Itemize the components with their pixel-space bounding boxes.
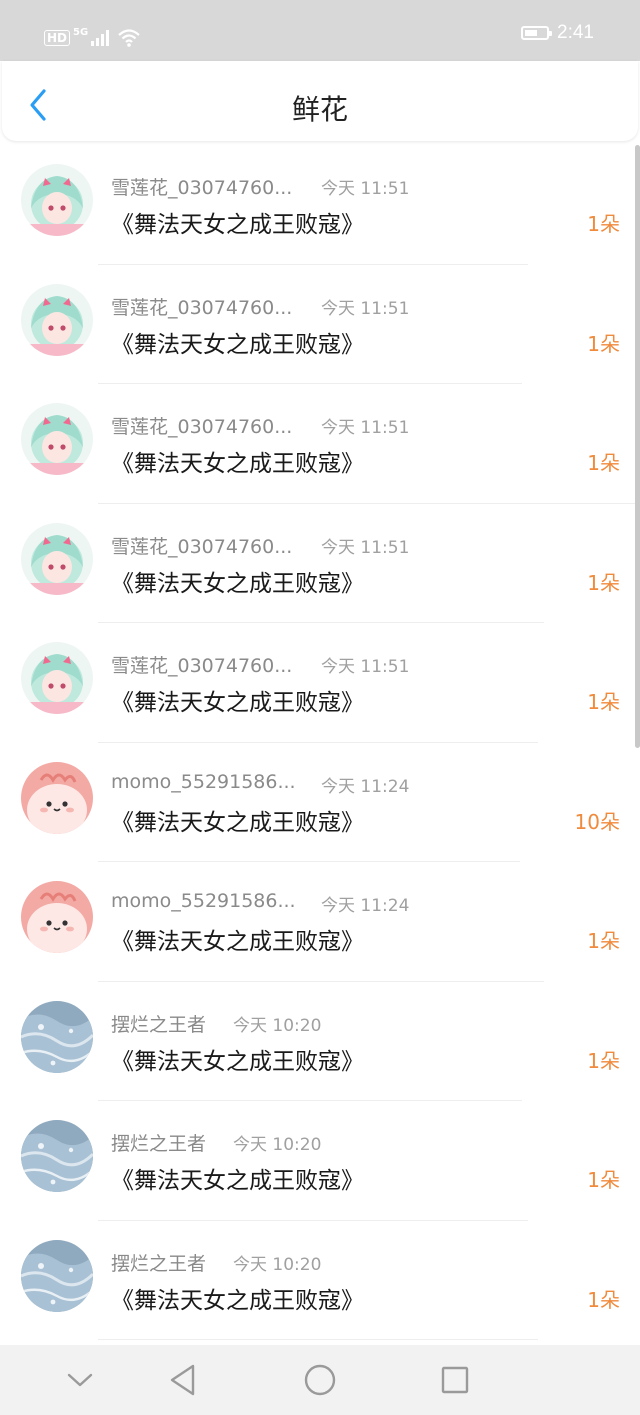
list-item[interactable]: 雪莲花_03074760... 今天 11:51 《舞法天女之成王败寇》 1朵 [0, 384, 640, 504]
page-title: 鲜花 [291, 93, 348, 126]
chevron-down-icon[interactable] [66, 1371, 94, 1389]
water-texture-avatar[interactable] [21, 1000, 93, 1073]
system-nav-bar [0, 1345, 640, 1415]
flower-count: 1朵 [587, 929, 620, 953]
water-texture-avatar[interactable] [21, 1239, 93, 1312]
flower-count: 10朵 [574, 809, 620, 834]
row-divider [98, 1339, 538, 1340]
top-nav-bar: 鲜花 [2, 61, 638, 141]
battery-icon [521, 26, 553, 40]
book-title: 《舞法天女之成王败寇》 [111, 1168, 364, 1194]
flower-count: 1朵 [587, 212, 620, 236]
user-name: momo_55291586... [111, 890, 296, 912]
book-title: 《舞法天女之成王败寇》 [111, 929, 364, 955]
timestamp: 今天 11:51 [321, 657, 410, 677]
home-circle-icon[interactable] [303, 1363, 337, 1397]
flower-count: 1朵 [587, 1168, 620, 1192]
timestamp: 今天 11:51 [321, 179, 410, 199]
flower-count: 1朵 [587, 570, 620, 595]
signal-icon [91, 30, 110, 46]
wifi-icon [118, 29, 140, 47]
clock: 2:41 [557, 22, 594, 43]
pink-blob-avatar[interactable] [21, 761, 93, 834]
user-name: 雪莲花_03074760... [111, 416, 293, 438]
list-item[interactable]: 雪莲花_03074760... 今天 11:51 《舞法天女之成王败寇》 1朵 [0, 265, 640, 384]
book-title: 《舞法天女之成王败寇》 [111, 809, 364, 836]
timestamp: 今天 11:51 [321, 298, 410, 319]
timestamp: 今天 10:20 [233, 1254, 322, 1275]
hd-badge: HD [44, 30, 71, 46]
book-title: 《舞法天女之成王败寇》 [111, 1048, 364, 1075]
user-name: 摆烂之王者 [111, 1013, 207, 1036]
anime-girl-avatar[interactable] [21, 403, 93, 475]
user-name: 雪莲花_03074760... [111, 177, 293, 199]
flower-record-list: 雪莲花_03074760... 今天 11:51 《舞法天女之成王败寇》 1朵 雪莲花_… [0, 145, 640, 1340]
user-name: 雪莲花_03074760... [111, 655, 293, 677]
timestamp: 今天 10:20 [233, 1015, 322, 1036]
flower-count: 1朵 [587, 1048, 620, 1073]
user-name: 雪莲花_03074760... [111, 535, 293, 558]
status-left: HD 5G [44, 24, 140, 52]
book-title: 《舞法天女之成王败寇》 [111, 570, 364, 597]
flower-count: 1朵 [587, 331, 620, 356]
list-item[interactable]: 雪莲花_03074760... 今天 11:51 《舞法天女之成王败寇》 1朵 [0, 145, 640, 265]
flower-count: 1朵 [587, 1287, 620, 1312]
anime-girl-avatar[interactable] [21, 164, 93, 236]
book-title: 《舞法天女之成王败寇》 [111, 331, 364, 358]
timestamp: 今天 10:20 [233, 1135, 322, 1155]
timestamp: 今天 11:51 [321, 418, 410, 438]
book-title: 《舞法天女之成王败寇》 [111, 1287, 364, 1314]
user-name: 摆烂之王者 [111, 1252, 207, 1275]
book-title: 《舞法天女之成王败寇》 [111, 212, 364, 238]
flower-count: 1朵 [587, 451, 620, 475]
recents-square-icon[interactable] [440, 1365, 470, 1395]
list-item[interactable]: momo_55291586... 今天 11:24 《舞法天女之成王败寇》 10朵 [0, 743, 640, 862]
status-bar: HD 5G 2:41 [0, 0, 640, 61]
list-item[interactable]: 雪莲花_03074760... 今天 11:51 《舞法天女之成王败寇》 1朵 [0, 504, 640, 623]
flower-count: 1朵 [587, 690, 620, 714]
anime-girl-avatar[interactable] [21, 522, 93, 595]
user-name: 摆烂之王者 [111, 1133, 207, 1155]
list-item[interactable]: momo_55291586... 今天 11:24 《舞法天女之成王败寇》 1朵 [0, 862, 640, 982]
list-item[interactable]: 摆烂之王者 今天 10:20 《舞法天女之成王败寇》 1朵 [0, 1101, 640, 1221]
list-item[interactable]: 摆烂之王者 今天 10:20 《舞法天女之成王败寇》 1朵 [0, 1221, 640, 1340]
anime-girl-avatar[interactable] [21, 283, 93, 356]
pink-blob-avatar[interactable] [21, 881, 93, 953]
user-name: 雪莲花_03074760... [111, 296, 293, 319]
book-title: 《舞法天女之成王败寇》 [111, 690, 364, 716]
list-item[interactable]: 雪莲花_03074760... 今天 11:51 《舞法天女之成王败寇》 1朵 [0, 623, 640, 743]
network-type: 5G [73, 26, 89, 38]
scrollbar[interactable] [635, 145, 640, 748]
book-title: 《舞法天女之成王败寇》 [111, 451, 364, 477]
back-triangle-icon[interactable] [168, 1363, 198, 1397]
user-name: momo_55291586... [111, 770, 296, 793]
status-right: 2:41 [521, 22, 594, 44]
timestamp: 今天 11:24 [321, 896, 410, 916]
anime-girl-avatar[interactable] [21, 642, 93, 714]
timestamp: 今天 11:51 [321, 537, 410, 558]
water-texture-avatar[interactable] [21, 1120, 93, 1192]
timestamp: 今天 11:24 [321, 776, 410, 797]
list-item[interactable]: 摆烂之王者 今天 10:20 《舞法天女之成王败寇》 1朵 [0, 982, 640, 1101]
